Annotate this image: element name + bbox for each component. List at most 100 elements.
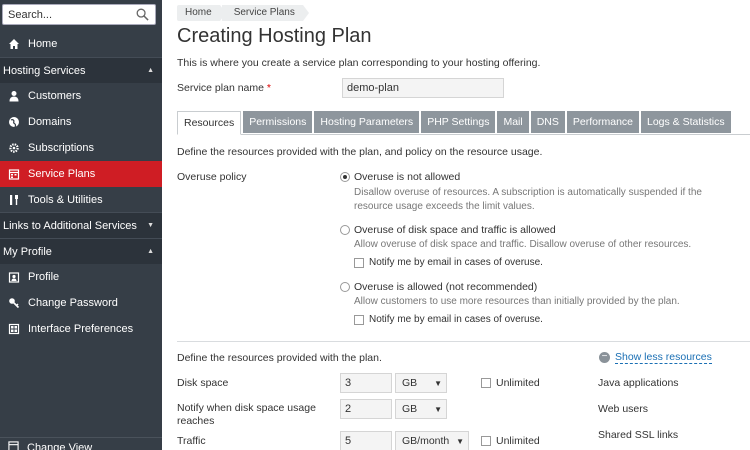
overuse-not-allowed-hint: Disallow overuse of resources. A subscri… <box>354 187 702 212</box>
nav-subscriptions-label: Subscriptions <box>28 142 95 154</box>
nav-tools-utilities-label: Tools & Utilities <box>28 194 103 206</box>
nav-tools-utilities[interactable]: Tools & Utilities <box>0 187 162 213</box>
section-my-profile[interactable]: My Profile ▲ <box>0 238 162 264</box>
caret-up-icon: ▲ <box>147 248 154 255</box>
resources-description: Define the resources provided with the p… <box>177 146 543 158</box>
show-less-resources-link[interactable]: − Show less resources <box>599 351 712 364</box>
overuse-option-not-allowed[interactable]: Overuse is not allowed <box>340 171 460 183</box>
traffic-unit-select[interactable]: GB/month ▼ <box>395 431 469 450</box>
nav-change-password-label: Change Password <box>28 297 118 309</box>
tab-permissions[interactable]: Permissions <box>243 111 313 133</box>
home-icon <box>0 38 28 50</box>
disk-space-unlimited[interactable]: Unlimited <box>481 377 540 389</box>
checkbox-disk-space-unlimited[interactable] <box>481 378 491 388</box>
overuse-disk-traffic-hint: Allow overuse of disk space and traffic.… <box>354 239 692 250</box>
change-view-button[interactable]: Change View <box>0 437 162 450</box>
traffic-unlimited-label: Unlimited <box>496 435 540 447</box>
overuse-option-allowed[interactable]: Overuse is allowed (not recommended) <box>340 281 537 293</box>
dropdown-arrow-icon: ▼ <box>434 378 442 388</box>
nav-service-plans[interactable]: Service Plans <box>0 161 162 187</box>
java-applications-label: Java applications <box>598 377 679 389</box>
nav-subscriptions[interactable]: Subscriptions <box>0 135 162 161</box>
nav-service-plans-label: Service Plans <box>28 168 96 180</box>
section-hosting-services-label: Hosting Services <box>3 64 86 77</box>
tools-icon <box>0 194 28 206</box>
tab-performance[interactable]: Performance <box>566 111 639 133</box>
radio-overuse-disk-traffic[interactable] <box>340 225 350 235</box>
minus-circle-icon: − <box>599 352 610 363</box>
tab-hosting-parameters[interactable]: Hosting Parameters <box>314 111 420 133</box>
disk-space-input[interactable] <box>340 373 392 393</box>
tab-dns[interactable]: DNS <box>530 111 565 133</box>
show-less-label: Show less resources <box>615 351 712 364</box>
plan-name-input[interactable] <box>342 78 504 98</box>
notify-disk-label: Notify when disk space usage reaches <box>177 402 316 427</box>
resources-subdescription: Define the resources provided with the p… <box>177 352 382 364</box>
gear-icon <box>0 142 28 154</box>
sidebar: Home Hosting Services ▲ Customers Domain… <box>0 0 162 450</box>
tab-mail[interactable]: Mail <box>497 111 529 133</box>
traffic-input[interactable] <box>340 431 392 450</box>
search-icon[interactable] <box>136 8 149 21</box>
notify-overuse-allowed[interactable]: Notify me by email in cases of overuse. <box>354 314 543 325</box>
nav-customers-label: Customers <box>28 90 82 102</box>
nav-profile-label: Profile <box>28 271 60 283</box>
checkbox-traffic-unlimited[interactable] <box>481 436 491 446</box>
notify-disk-traffic-label: Notify me by email in cases of overuse. <box>369 257 543 268</box>
disk-space-unit: GB <box>402 377 418 389</box>
web-users-label: Web users <box>598 403 648 415</box>
nav-profile[interactable]: Profile <box>0 264 162 290</box>
page-title: Creating Hosting Plan <box>177 25 372 47</box>
section-divider <box>177 341 750 342</box>
grid-icon <box>0 323 28 335</box>
dropdown-arrow-icon: ▼ <box>434 404 442 414</box>
overuse-not-allowed-label: Overuse is not allowed <box>354 171 461 183</box>
change-view-label: Change View <box>27 441 93 450</box>
traffic-label: Traffic <box>177 435 206 447</box>
nav-customers[interactable]: Customers <box>0 83 162 109</box>
checkbox-notify-disk-traffic[interactable] <box>354 257 364 268</box>
overuse-policy-label: Overuse policy <box>177 171 247 183</box>
radio-overuse-allowed[interactable] <box>340 282 350 292</box>
disk-space-unlimited-label: Unlimited <box>496 377 540 389</box>
user-icon <box>0 90 28 102</box>
nav-domains[interactable]: Domains <box>0 109 162 135</box>
caret-up-icon: ▲ <box>147 67 154 74</box>
section-hosting-services[interactable]: Hosting Services ▲ <box>0 57 162 83</box>
notify-disk-unit: GB <box>402 403 418 415</box>
globe-icon <box>0 116 28 128</box>
notify-disk-unit-select[interactable]: GB ▼ <box>395 399 447 419</box>
breadcrumb-home[interactable]: Home <box>177 5 226 21</box>
change-view-icon <box>8 440 19 450</box>
section-my-profile-label: My Profile <box>3 245 52 258</box>
disk-space-label: Disk space <box>177 377 229 389</box>
disk-space-unit-select[interactable]: GB ▼ <box>395 373 447 393</box>
notify-allowed-label: Notify me by email in cases of overuse. <box>369 314 543 325</box>
nav-interface-preferences[interactable]: Interface Preferences <box>0 316 162 342</box>
tab-resources[interactable]: Resources <box>177 111 242 135</box>
required-marker: * <box>266 82 271 94</box>
radio-overuse-not-allowed[interactable] <box>340 172 350 182</box>
key-icon <box>0 297 28 309</box>
overuse-option-disk-traffic[interactable]: Overuse of disk space and traffic is all… <box>340 224 556 236</box>
calendar-icon <box>0 168 28 180</box>
search-box <box>2 4 156 25</box>
overuse-allowed-label: Overuse is allowed (not recommended) <box>354 281 538 293</box>
nav-change-password[interactable]: Change Password <box>0 290 162 316</box>
tab-php-settings[interactable]: PHP Settings <box>421 111 496 133</box>
traffic-unlimited[interactable]: Unlimited <box>481 435 540 447</box>
plan-name-label: Service plan name * <box>177 82 271 94</box>
section-links-additional[interactable]: Links to Additional Services ▼ <box>0 212 162 238</box>
notify-disk-input[interactable] <box>340 399 392 419</box>
main-content: Home Service Plans Creating Hosting Plan… <box>162 0 750 450</box>
checkbox-notify-allowed[interactable] <box>354 314 364 325</box>
nav-home[interactable]: Home <box>0 31 162 57</box>
nav-interface-preferences-label: Interface Preferences <box>28 323 134 335</box>
nav-home-label: Home <box>28 38 58 50</box>
breadcrumb: Home Service Plans <box>177 5 309 21</box>
breadcrumb-service-plans[interactable]: Service Plans <box>221 5 309 21</box>
notify-overuse-disk-traffic[interactable]: Notify me by email in cases of overuse. <box>354 257 543 268</box>
tab-logs-statistics[interactable]: Logs & Statistics <box>641 111 731 133</box>
search-input[interactable] <box>3 5 128 24</box>
caret-down-icon: ▼ <box>147 222 154 229</box>
